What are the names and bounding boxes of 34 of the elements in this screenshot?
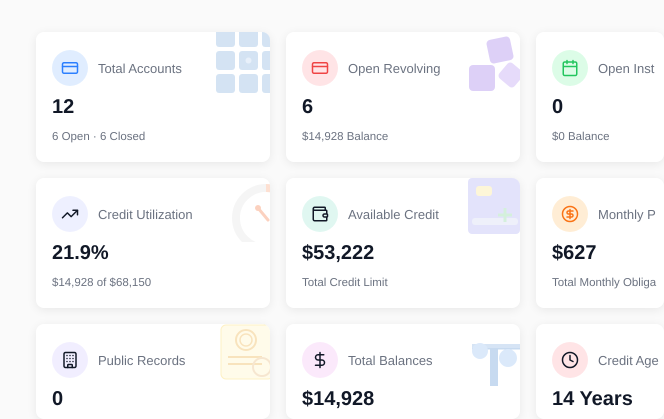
credit-card-icon bbox=[311, 59, 329, 77]
card-title: Credit Age bbox=[598, 352, 659, 368]
stat-value: 0 bbox=[52, 388, 64, 411]
card-title: Monthly P bbox=[598, 206, 656, 222]
stat-caption: $14,928 Balance bbox=[302, 131, 388, 143]
stat-caption: Total Monthly Obliga bbox=[552, 277, 656, 289]
card-title: Total Accounts bbox=[98, 60, 182, 76]
building-icon bbox=[61, 351, 79, 369]
tile-grid-drawing bbox=[216, 32, 270, 94]
stat-value: 6 bbox=[302, 96, 314, 119]
certificate-drawing bbox=[220, 324, 270, 380]
card-title: Credit Utilization bbox=[98, 206, 193, 222]
stat-caption: $14,928 of $68,150 bbox=[52, 277, 152, 289]
stat-caption: $0 Balance bbox=[552, 131, 610, 143]
calendar-icon bbox=[561, 59, 579, 77]
card-title: Available Credit bbox=[348, 206, 439, 222]
stat-value: $627 bbox=[552, 242, 596, 265]
card-title: Public Records bbox=[98, 352, 186, 368]
stat-caption: 6 Open · 6 Closed bbox=[52, 131, 146, 143]
dollar-circle-icon bbox=[561, 205, 579, 223]
card-title: Total Balances bbox=[348, 352, 433, 368]
stat-value: 12 bbox=[52, 96, 74, 119]
card-drawing bbox=[468, 178, 520, 236]
stat-value: 14 Years bbox=[552, 388, 633, 411]
stat-value: 0 bbox=[552, 96, 564, 119]
clock-icon bbox=[561, 351, 579, 369]
stat-value: 21.9% bbox=[52, 242, 109, 265]
card-title: Open Revolving bbox=[348, 60, 440, 76]
stat-value: $53,222 bbox=[302, 242, 374, 265]
stat-caption: Total Credit Limit bbox=[302, 277, 388, 289]
card-title: Open Inst bbox=[598, 60, 654, 76]
credit-card-icon bbox=[61, 59, 79, 77]
wallet-icon bbox=[311, 205, 329, 223]
stat-value: $14,928 bbox=[302, 388, 374, 411]
